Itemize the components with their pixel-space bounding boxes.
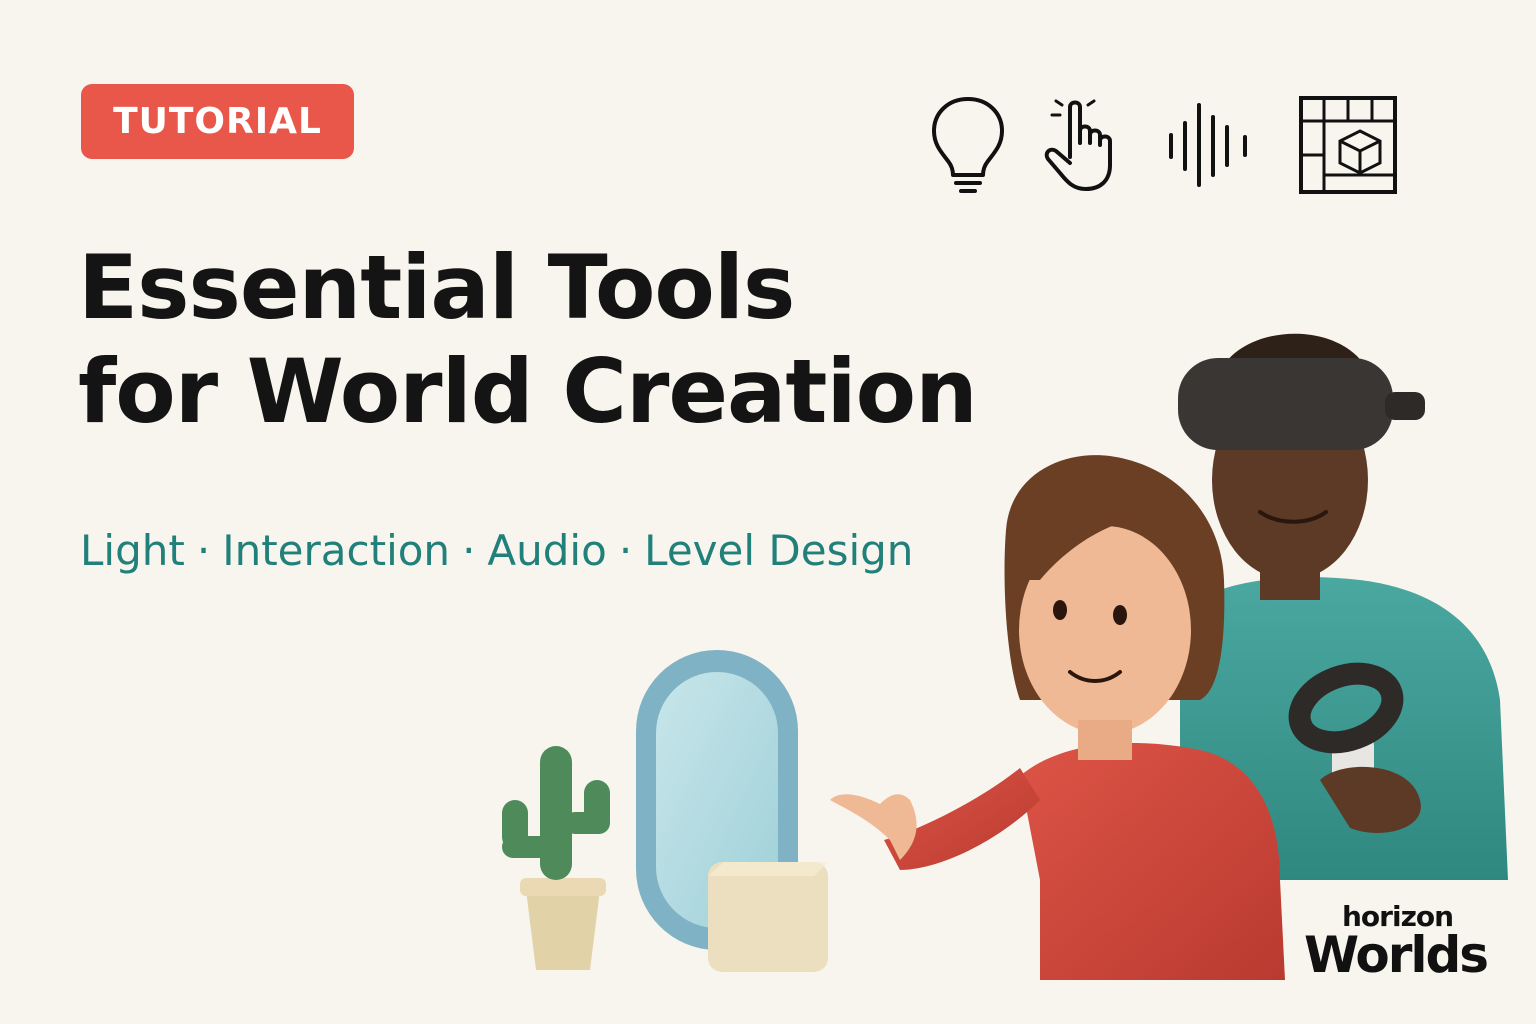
pointer-hand-icon [1044, 99, 1112, 191]
audio-waveform-icon [1169, 103, 1247, 187]
topic-light: Light [80, 526, 185, 575]
lightbulb-icon [932, 97, 1004, 193]
topic-separator: · [462, 526, 476, 575]
logo-line-2: Worlds [1304, 926, 1489, 984]
box-object [708, 862, 828, 972]
tutorial-badge-label: TUTORIAL [113, 101, 322, 142]
cactus-plant [502, 746, 610, 970]
level-grid-cube-icon [1299, 96, 1397, 194]
tutorial-badge: TUTORIAL [81, 84, 354, 159]
vr-headset [1178, 358, 1425, 450]
tool-icons-row [920, 95, 1410, 205]
topic-interaction: Interaction [222, 526, 451, 575]
topic-separator: · [196, 526, 211, 575]
